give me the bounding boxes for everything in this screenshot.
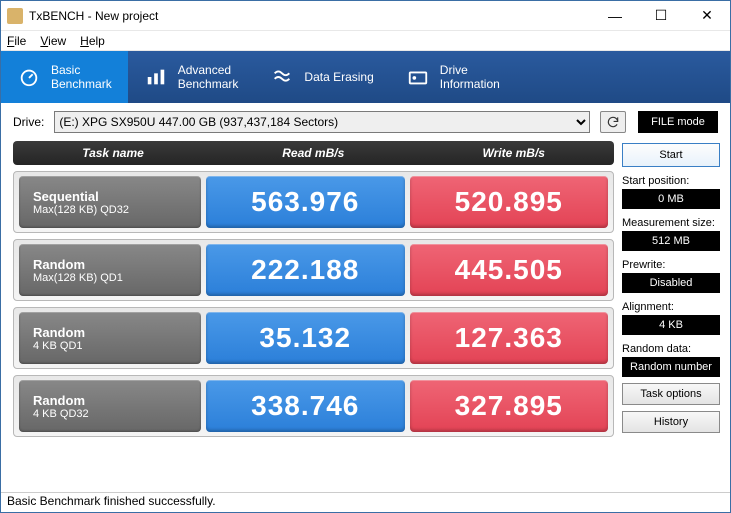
task-label-random-4kb-qd1[interactable]: Random4 KB QD1 — [19, 312, 201, 364]
header-read: Read mB/s — [213, 146, 414, 160]
drive-icon — [406, 65, 430, 89]
erase-icon — [270, 65, 294, 89]
result-row: RandomMax(128 KB) QD1 222.188 445.505 — [13, 239, 614, 301]
history-button[interactable]: History — [622, 411, 720, 433]
drive-bar: Drive: (E:) XPG SX950U 447.00 GB (937,43… — [1, 103, 730, 133]
read-value: 35.132 — [206, 312, 405, 364]
write-value: 520.895 — [410, 176, 609, 228]
task-label-random-qd1-max[interactable]: RandomMax(128 KB) QD1 — [19, 244, 201, 296]
result-row: SequentialMax(128 KB) QD32 563.976 520.8… — [13, 171, 614, 233]
refresh-button[interactable] — [600, 111, 626, 133]
alignment-label: Alignment: — [622, 301, 720, 313]
app-icon — [7, 8, 23, 24]
titlebar: TxBENCH - New project — ☐ ✕ — [1, 1, 730, 31]
gauge-icon — [17, 65, 41, 89]
minimize-button[interactable]: — — [592, 1, 638, 30]
result-row: Random4 KB QD32 338.746 327.895 — [13, 375, 614, 437]
maximize-button[interactable]: ☐ — [638, 1, 684, 30]
prewrite-label: Prewrite: — [622, 259, 720, 271]
measurement-size-label: Measurement size: — [622, 217, 720, 229]
side-panel: Start Start position: 0 MB Measurement s… — [620, 133, 730, 492]
task-label-random-4kb-qd32[interactable]: Random4 KB QD32 — [19, 380, 201, 432]
tab-basic-benchmark[interactable]: BasicBenchmark — [1, 51, 128, 103]
start-position-label: Start position: — [622, 175, 720, 187]
menubar: File View Help — [1, 31, 730, 51]
menu-file[interactable]: File — [7, 34, 26, 48]
alignment-value[interactable]: 4 KB — [622, 315, 720, 335]
drive-select[interactable]: (E:) XPG SX950U 447.00 GB (937,437,184 S… — [54, 111, 590, 133]
menu-view[interactable]: View — [40, 34, 66, 48]
write-value: 127.363 — [410, 312, 609, 364]
status-bar: Basic Benchmark finished successfully. — [1, 492, 730, 512]
close-button[interactable]: ✕ — [684, 1, 730, 30]
nav-tabs: BasicBenchmark AdvancedBenchmark Data Er… — [1, 51, 730, 103]
tab-driveinfo-label: DriveInformation — [440, 63, 500, 92]
results-header: Task name Read mB/s Write mB/s — [13, 141, 614, 165]
randomdata-label: Random data: — [622, 343, 720, 355]
task-label-sequential-qd32[interactable]: SequentialMax(128 KB) QD32 — [19, 176, 201, 228]
read-value: 338.746 — [206, 380, 405, 432]
tab-advanced-label: AdvancedBenchmark — [178, 63, 239, 92]
task-options-button[interactable]: Task options — [622, 383, 720, 405]
result-row: Random4 KB QD1 35.132 127.363 — [13, 307, 614, 369]
header-task: Task name — [13, 146, 213, 160]
randomdata-value[interactable]: Random number — [622, 357, 720, 377]
menu-help[interactable]: Help — [80, 34, 105, 48]
tab-basic-label: BasicBenchmark — [51, 63, 112, 92]
prewrite-value[interactable]: Disabled — [622, 273, 720, 293]
write-value: 445.505 — [410, 244, 609, 296]
main-area: Task name Read mB/s Write mB/s Sequentia… — [1, 133, 730, 492]
drive-label: Drive: — [13, 115, 44, 129]
results-panel: Task name Read mB/s Write mB/s Sequentia… — [1, 133, 620, 492]
refresh-icon — [606, 115, 620, 129]
measurement-size-value[interactable]: 512 MB — [622, 231, 720, 251]
tab-advanced-benchmark[interactable]: AdvancedBenchmark — [128, 51, 255, 103]
barchart-icon — [144, 65, 168, 89]
read-value: 222.188 — [206, 244, 405, 296]
start-button[interactable]: Start — [622, 143, 720, 167]
tab-erasing-label: Data Erasing — [304, 70, 373, 84]
read-value: 563.976 — [206, 176, 405, 228]
write-value: 327.895 — [410, 380, 609, 432]
file-mode-button[interactable]: FILE mode — [638, 111, 718, 133]
tab-drive-information[interactable]: DriveInformation — [390, 51, 516, 103]
header-write: Write mB/s — [414, 146, 615, 160]
start-position-value[interactable]: 0 MB — [622, 189, 720, 209]
tab-data-erasing[interactable]: Data Erasing — [254, 51, 389, 103]
window-title: TxBENCH - New project — [29, 9, 592, 23]
